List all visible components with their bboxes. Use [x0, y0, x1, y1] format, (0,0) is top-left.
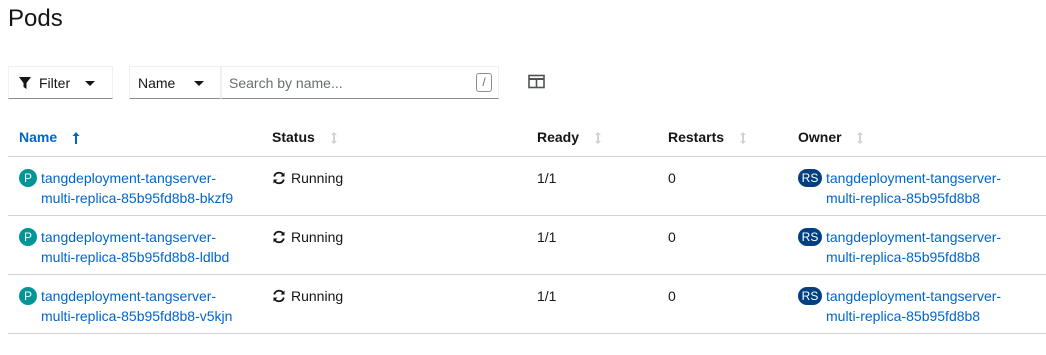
owner-link[interactable]: tangdeployment-tangserver-multi-replica-…: [826, 227, 1001, 267]
pod-badge: P: [19, 227, 37, 246]
sort-icon: [330, 131, 337, 144]
filter-icon: [19, 76, 31, 89]
pod-badge: P: [19, 286, 37, 305]
status-text: Running: [291, 287, 344, 304]
page-title: Pods: [8, 5, 63, 32]
owner-link[interactable]: tangdeployment-tangserver-multi-replica-…: [826, 168, 1001, 208]
column-header-ready[interactable]: Ready: [537, 118, 668, 157]
table-header-row: Name Status Ready Restarts Owner: [8, 118, 1046, 157]
sort-icon: [857, 131, 864, 144]
filter-dropdown-button[interactable]: Filter: [8, 66, 113, 99]
sync-icon: [273, 289, 285, 302]
replicaset-badge: RS: [798, 168, 822, 187]
restarts-value: 0: [668, 215, 798, 275]
ready-value: 1/1: [537, 215, 668, 275]
pod-name-link[interactable]: tangdeployment-tangserver-multi-replica-…: [41, 286, 232, 326]
caret-down-icon: [194, 81, 204, 86]
filter-type-value: Name: [138, 74, 176, 91]
pod-name-link[interactable]: tangdeployment-tangserver-multi-replica-…: [41, 168, 233, 208]
table-row: P tangdeployment-tangserver-multi-replic…: [8, 215, 1046, 275]
pod-name-link[interactable]: tangdeployment-tangserver-multi-replica-…: [41, 227, 229, 267]
sort-ascending-icon: [72, 131, 80, 144]
sort-icon: [739, 131, 746, 144]
pods-table: Name Status Ready Restarts Owner P tangd…: [8, 118, 1046, 334]
ready-value: 1/1: [537, 274, 668, 334]
column-header-restarts[interactable]: Restarts: [668, 118, 798, 157]
filter-label: Filter: [39, 74, 71, 91]
sync-icon: [273, 230, 285, 243]
sort-icon: [594, 131, 601, 144]
replicaset-badge: RS: [798, 227, 822, 246]
column-header-status[interactable]: Status: [272, 118, 537, 157]
ready-value: 1/1: [537, 156, 668, 216]
search-input[interactable]: [222, 67, 472, 98]
filter-type-select[interactable]: Name: [129, 66, 221, 99]
caret-down-icon: [85, 81, 95, 86]
replicaset-badge: RS: [798, 286, 822, 305]
pod-badge: P: [19, 168, 37, 187]
search-box: /: [221, 66, 499, 99]
status-text: Running: [291, 228, 344, 245]
columns-icon[interactable]: [528, 74, 546, 90]
status-text: Running: [291, 169, 344, 186]
table-row: P tangdeployment-tangserver-multi-replic…: [8, 156, 1046, 216]
owner-link[interactable]: tangdeployment-tangserver-multi-replica-…: [826, 286, 1001, 326]
column-header-owner[interactable]: Owner: [798, 118, 1046, 157]
keyboard-shortcut-hint: /: [476, 73, 492, 92]
column-header-name[interactable]: Name: [8, 118, 272, 157]
restarts-value: 0: [668, 156, 798, 216]
table-row: P tangdeployment-tangserver-multi-replic…: [8, 274, 1046, 334]
restarts-value: 0: [668, 274, 798, 334]
sync-icon: [273, 171, 285, 184]
